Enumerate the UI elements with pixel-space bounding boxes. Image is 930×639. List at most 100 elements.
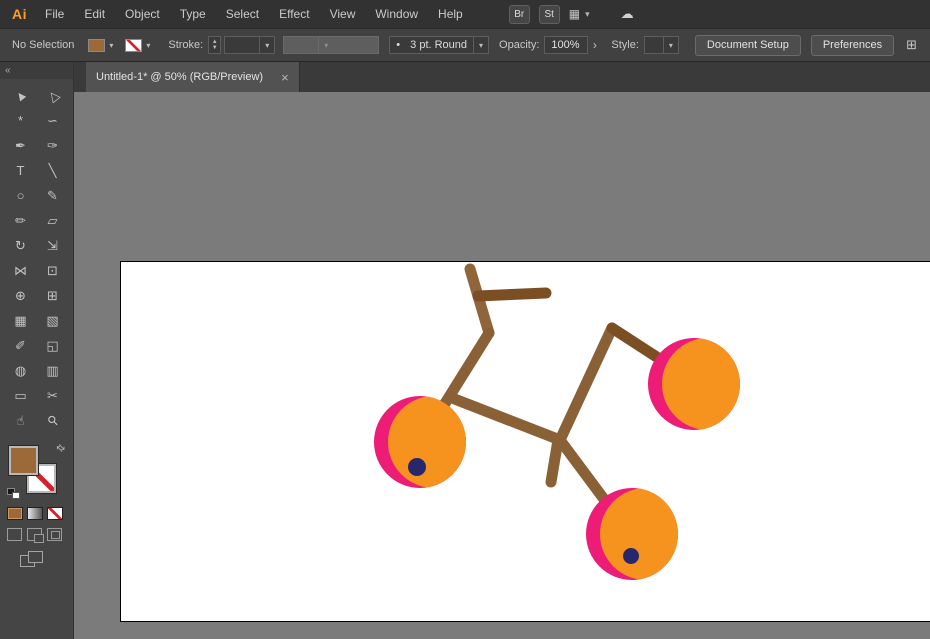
document-setup-button[interactable]: Document Setup (694, 34, 801, 56)
stroke-weight-stepper[interactable]: ▲ ▼ (208, 36, 222, 54)
app-logo: Ai (12, 6, 27, 22)
stroke-weight-control[interactable]: ▲ ▼ ▾ (208, 36, 276, 54)
none-button[interactable] (47, 507, 63, 520)
column-graph-tool[interactable]: ▥ (37, 358, 69, 383)
menu-object[interactable]: Object (115, 0, 170, 28)
tools-grid: ▲ △ * ∽ ✒ ✑ T ╲ ○ ✎ ✏ ▱ ↻ ⇲ ⋈ ⊡ ⊕ ⊞ ▦ ▧ ✐ ◱ ◍ ▥ ▭ ✂ ☝ ⚲ (0, 83, 73, 433)
stroke-weight-label: Stroke: (168, 39, 204, 51)
menu-bar: Ai File Edit Object Type Select Effect View Win… (0, 0, 930, 28)
artboard[interactable] (121, 262, 930, 621)
preferences-button[interactable]: Preferences (810, 34, 895, 56)
main-area: « ▲ △ * ∽ ✒ ✑ T ╲ ○ ✎ ✏ ▱ ↻ ⇲ ⋈ ⊡ ⊕ ⊞ ▦ ▧ ✐ ◱ ◍ ▥ ▭ ✂ ☝ ⚲ ⇄ (0, 62, 930, 639)
scale-tool[interactable]: ⇲ (37, 233, 69, 258)
drawing-mode-buttons (0, 522, 73, 543)
draw-behind-button[interactable] (27, 528, 44, 543)
menu-file[interactable]: File (35, 0, 74, 28)
menu-view[interactable]: View (320, 0, 366, 28)
opacity-panel-chevron-icon[interactable]: › (588, 36, 601, 54)
canvas-area[interactable] (74, 92, 930, 639)
change-screen-mode-button[interactable] (20, 551, 44, 568)
hand-tool[interactable]: ☝ (5, 408, 37, 433)
stepper-down-icon[interactable]: ▼ (212, 45, 218, 51)
lasso-tool[interactable]: ∽ (37, 108, 69, 133)
free-transform-tool[interactable]: ⊡ (37, 258, 69, 283)
selection-tool[interactable]: ▲ (5, 83, 37, 108)
color-mode-buttons (0, 501, 73, 522)
fill-dropdown-icon[interactable]: ▾ (105, 39, 117, 52)
perspective-grid-tool[interactable]: ⊞ (37, 283, 69, 308)
menu-effect[interactable]: Effect (269, 0, 319, 28)
fill-color-control[interactable]: ▾ (88, 38, 117, 52)
collapse-panel-icon[interactable]: « (0, 62, 73, 79)
eraser-tool[interactable]: ▱ (37, 208, 69, 233)
menu-help[interactable]: Help (428, 0, 473, 28)
style-label: Style: (611, 39, 639, 51)
menu-window[interactable]: Window (365, 0, 428, 28)
fill-indicator-swatch[interactable] (9, 446, 38, 475)
artboard-tool[interactable]: ▭ (5, 383, 37, 408)
menu-items: File Edit Object Type Select Effect View Window… (35, 0, 473, 28)
paintbrush-tool[interactable]: ✎ (37, 183, 69, 208)
style-dropdown-icon[interactable]: ▾ (662, 37, 678, 53)
stroke-weight-combo[interactable]: ▾ (224, 36, 276, 54)
variable-width-combo: ▾ (283, 36, 380, 54)
workspace-caret-icon[interactable]: ▾ (585, 9, 590, 20)
brush-definition-value: 3 pt. Round (410, 39, 468, 51)
opacity-field[interactable]: 100% (544, 36, 589, 54)
symbol-sprayer-tool[interactable]: ◍ (5, 358, 37, 383)
shape-builder-tool[interactable]: ⊕ (5, 283, 37, 308)
draw-normal-button[interactable] (7, 528, 22, 541)
pencil-tool[interactable]: ✏ (5, 208, 37, 233)
document-tab-title: Untitled-1* @ 50% (RGB/Preview) (96, 71, 264, 83)
default-fill-stroke-icon[interactable] (7, 488, 20, 499)
stroke-dropdown-icon[interactable]: ▾ (142, 39, 154, 52)
tab-close-icon[interactable]: × (281, 71, 289, 84)
rotate-tool[interactable]: ↻ (5, 233, 37, 258)
stock-button[interactable]: St (538, 4, 560, 24)
control-panel: No Selection ▾ ▾ Stroke: ▲ ▼ ▾ ▾ • 3 pt.… (0, 28, 930, 62)
type-tool[interactable]: T (5, 158, 37, 183)
gradient-button[interactable] (27, 507, 43, 520)
stroke-weight-dropdown-icon[interactable]: ▾ (259, 37, 274, 53)
width-tool[interactable]: ⋈ (5, 258, 37, 283)
menu-bar-icons: Br St ▦ ▾ ☁ (508, 4, 634, 24)
document-tab[interactable]: Untitled-1* @ 50% (RGB/Preview) × (86, 62, 300, 92)
slice-tool[interactable]: ✂ (37, 383, 69, 408)
stroke-color-swatch[interactable] (125, 38, 143, 52)
cloud-sync-icon[interactable]: ☁ (621, 6, 634, 22)
gradient-tool[interactable]: ▧ (37, 308, 69, 333)
variable-width-dropdown-icon: ▾ (318, 37, 333, 53)
brush-dropdown-icon[interactable]: ▾ (473, 37, 488, 53)
align-panel-icon[interactable]: ⊞ (906, 37, 928, 53)
bridge-button[interactable]: Br (508, 4, 530, 24)
stroke-color-control[interactable]: ▾ (125, 38, 154, 52)
document-tab-bar: Untitled-1* @ 50% (RGB/Preview) × (74, 62, 930, 92)
illustrator-window: Ai File Edit Object Type Select Effect View Win… (0, 0, 930, 639)
pen-tool[interactable]: ✒ (5, 133, 37, 158)
zoom-tool[interactable]: ⚲ (37, 408, 69, 433)
curvature-tool[interactable]: ✑ (37, 133, 69, 158)
document-area: Untitled-1* @ 50% (RGB/Preview) × (74, 62, 930, 639)
blend-tool[interactable]: ◱ (37, 333, 69, 358)
fill-stroke-indicator: ⇄ (6, 442, 67, 501)
menu-select[interactable]: Select (216, 0, 269, 28)
magic-wand-tool[interactable]: * (5, 108, 37, 133)
eyedropper-tool[interactable]: ✐ (5, 333, 37, 358)
opacity-label: Opacity: (499, 39, 540, 51)
line-segment-tool[interactable]: ╲ (37, 158, 69, 183)
swap-fill-stroke-icon[interactable]: ⇄ (53, 442, 67, 456)
style-combo[interactable]: ▾ (643, 36, 679, 54)
tools-panel: « ▲ △ * ∽ ✒ ✑ T ╲ ○ ✎ ✏ ▱ ↻ ⇲ ⋈ ⊡ ⊕ ⊞ ▦ ▧ ✐ ◱ ◍ ▥ ▭ ✂ ☝ ⚲ ⇄ (0, 62, 74, 639)
brush-preview-dot: • (396, 39, 401, 51)
fill-color-swatch[interactable] (88, 38, 106, 52)
ellipse-tool[interactable]: ○ (5, 183, 37, 208)
brush-definition-combo[interactable]: • 3 pt. Round ▾ (389, 36, 490, 54)
menu-edit[interactable]: Edit (74, 0, 115, 28)
menu-type[interactable]: Type (170, 0, 216, 28)
mesh-tool[interactable]: ▦ (5, 308, 37, 333)
color-button[interactable] (7, 507, 23, 520)
draw-inside-button[interactable] (47, 528, 62, 541)
selection-status: No Selection (12, 39, 75, 51)
workspace-switcher-icon[interactable]: ▦ (569, 7, 580, 21)
direct-selection-tool[interactable]: △ (37, 83, 69, 108)
